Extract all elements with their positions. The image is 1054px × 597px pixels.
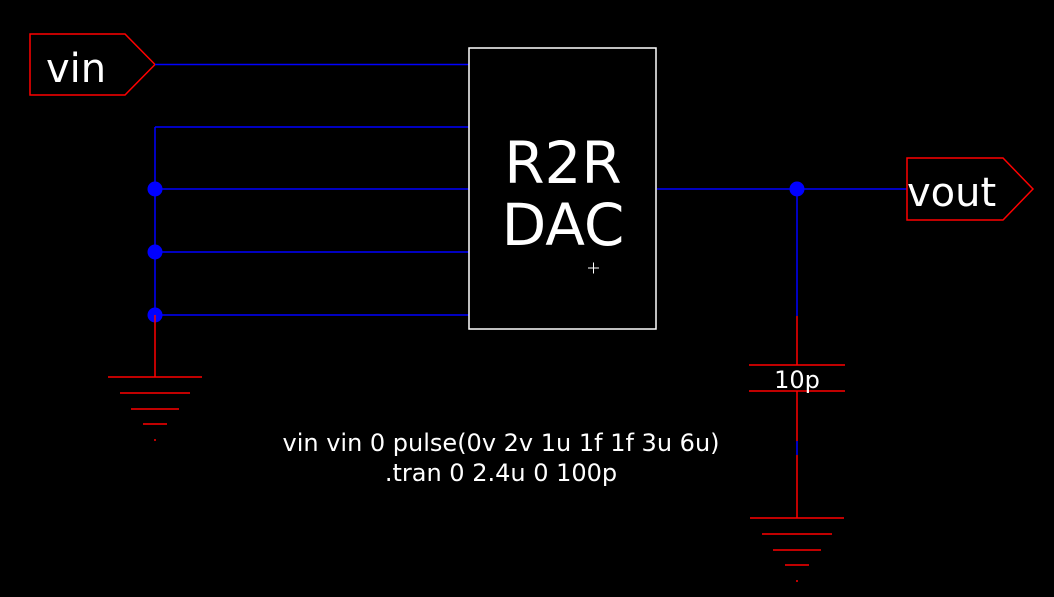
junction-dot [147,244,163,260]
dac-block-title-line2: DAC [502,191,625,259]
source-directive: vin vin 0 pulse(0v 2v 1u 1f 1f 3u 6u) [282,429,719,457]
output-port-vout[interactable]: vout [906,157,1035,221]
output-port-label: vout [907,170,996,216]
input-port-vin[interactable]: vin [29,33,157,96]
crosshair-cursor-icon [588,262,599,274]
dac-block-title-line1: R2R [504,129,622,197]
ground-symbol-icon [750,455,844,582]
capacitor-value-label: 10p [774,366,820,394]
junction-dot [147,181,163,197]
schematic-canvas[interactable]: vin R2R DAC vout 10p vin vin 0 pulse(0v … [0,0,1054,597]
r2r-dac-block[interactable]: R2R DAC [468,47,657,330]
tran-directive: .tran 0 2.4u 0 100p [385,459,617,487]
junction-dot [789,181,805,197]
ground-symbol-icon [108,315,202,441]
input-port-label: vin [46,46,106,92]
spice-directives[interactable]: vin vin 0 pulse(0v 2v 1u 1f 1f 3u 6u) .t… [282,429,719,487]
